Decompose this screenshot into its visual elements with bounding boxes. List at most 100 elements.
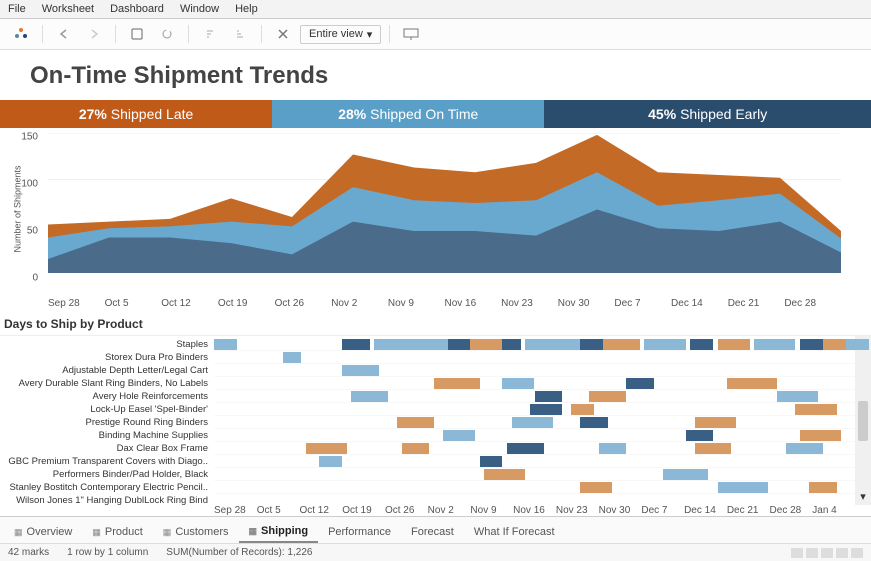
sort-asc-button[interactable] [197, 23, 223, 45]
gantt-bar[interactable] [374, 339, 447, 350]
product-label: GBC Premium Transparent Covers with Diag… [0, 455, 214, 468]
gantt-bar[interactable] [777, 391, 818, 402]
product-label: Lock-Up Easel 'Spel-Binder' [0, 403, 214, 416]
x-tick: Dec 28 [770, 505, 813, 516]
gantt-bar[interactable] [786, 443, 823, 454]
gantt-bar[interactable] [434, 378, 480, 389]
gantt-bar[interactable] [644, 339, 685, 350]
view-icon[interactable] [791, 548, 803, 558]
gantt-bar[interactable] [809, 482, 836, 493]
x-tick: Jan 4 [812, 505, 855, 516]
gantt-scrollbar[interactable]: ▴▾ [855, 336, 871, 505]
gantt-bar[interactable] [342, 339, 369, 350]
forward-button[interactable] [81, 23, 107, 45]
scroll-down-icon[interactable]: ▾ [860, 490, 866, 503]
kpi-late-label: Shipped Late [111, 106, 194, 122]
gantt-bar[interactable] [470, 339, 502, 350]
gantt-bar[interactable] [443, 430, 475, 441]
gantt-bar[interactable] [663, 469, 709, 480]
gantt-bar[interactable] [351, 391, 388, 402]
gantt-bar[interactable] [626, 378, 653, 389]
gantt-bar[interactable] [502, 378, 534, 389]
plot-area[interactable] [48, 133, 841, 273]
scroll-thumb[interactable] [858, 401, 868, 441]
view-icon[interactable] [836, 548, 848, 558]
gantt-bar[interactable] [695, 443, 732, 454]
gantt-bar[interactable] [846, 339, 869, 350]
grid-icon: ▦ [249, 526, 258, 537]
gantt-bar[interactable] [603, 339, 640, 350]
menu-bar: File Worksheet Dashboard Window Help [0, 0, 871, 19]
x-tick: Oct 12 [161, 298, 218, 309]
gantt-bar[interactable] [686, 430, 713, 441]
gantt-bar[interactable] [571, 404, 594, 415]
gantt-bar[interactable] [512, 417, 553, 428]
x-tick: Dec 28 [784, 298, 841, 309]
tab-performance[interactable]: Performance [318, 521, 401, 543]
gantt-bar[interactable] [306, 443, 347, 454]
x-axis: Sep 28Oct 5Oct 12Oct 19Oct 26Nov 2Nov 9N… [48, 298, 841, 309]
gantt-bar[interactable] [397, 417, 434, 428]
gantt-bar[interactable] [484, 469, 525, 480]
back-button[interactable] [51, 23, 77, 45]
gantt-area[interactable] [214, 336, 855, 505]
view-icon[interactable] [851, 548, 863, 558]
gantt-bar[interactable] [507, 443, 544, 454]
tab-customers[interactable]: ▦Customers [153, 521, 239, 543]
gantt-bar[interactable] [690, 339, 713, 350]
gantt-bar[interactable] [599, 443, 626, 454]
gantt-bar[interactable] [718, 339, 750, 350]
gantt-bar[interactable] [727, 378, 777, 389]
gantt-row [214, 364, 855, 377]
gantt-bar[interactable] [402, 443, 429, 454]
refresh-button[interactable] [154, 23, 180, 45]
sort-desc-button[interactable] [227, 23, 253, 45]
gantt-bar[interactable] [480, 456, 503, 467]
gantt-bar[interactable] [718, 482, 768, 493]
gantt-bar[interactable] [800, 339, 823, 350]
gantt-bar[interactable] [319, 456, 342, 467]
gantt-bar[interactable] [525, 339, 580, 350]
gantt-bar[interactable] [823, 339, 846, 350]
gantt-bar[interactable] [214, 339, 237, 350]
gantt-bar[interactable] [502, 339, 520, 350]
tab-forecast[interactable]: Forecast [401, 521, 464, 543]
status-sum: SUM(Number of Records): 1,226 [166, 547, 312, 558]
x-tick: Sep 28 [48, 298, 105, 309]
y-tick: 150 [21, 132, 38, 143]
product-label: Wilson Jones 1" Hanging DublLock Ring Bi… [0, 494, 214, 505]
worksheet-tabs: ▦Overview ▦Product ▦Customers ▦Shipping … [0, 516, 871, 543]
x-tick: Nov 30 [599, 505, 642, 516]
gantt-bar[interactable] [342, 365, 379, 376]
menu-file[interactable]: File [8, 3, 26, 15]
save-button[interactable] [124, 23, 150, 45]
gantt-bar[interactable] [530, 404, 562, 415]
gantt-bar[interactable] [448, 339, 471, 350]
menu-window[interactable]: Window [180, 3, 219, 15]
tab-label: Customers [175, 526, 228, 538]
x-tick: Nov 23 [556, 505, 599, 516]
gantt-bar[interactable] [695, 417, 736, 428]
view-icon[interactable] [821, 548, 833, 558]
x-tick: Oct 12 [299, 505, 342, 516]
gantt-bar[interactable] [754, 339, 795, 350]
gantt-bar[interactable] [589, 391, 626, 402]
menu-worksheet[interactable]: Worksheet [42, 3, 94, 15]
menu-help[interactable]: Help [235, 3, 258, 15]
fit-selector[interactable]: Entire view ▾ [300, 25, 381, 44]
tab-overview[interactable]: ▦Overview [4, 521, 82, 543]
presentation-button[interactable] [398, 23, 424, 45]
clear-button[interactable] [270, 23, 296, 45]
gantt-bar[interactable] [283, 352, 301, 363]
menu-dashboard[interactable]: Dashboard [110, 3, 164, 15]
gantt-bar[interactable] [580, 482, 612, 493]
tab-whatif[interactable]: What If Forecast [464, 521, 565, 543]
gantt-bar[interactable] [580, 417, 607, 428]
gantt-bar[interactable] [580, 339, 603, 350]
tab-product[interactable]: ▦Product [82, 521, 152, 543]
gantt-bar[interactable] [800, 430, 841, 441]
gantt-bar[interactable] [795, 404, 836, 415]
gantt-bar[interactable] [535, 391, 562, 402]
tab-shipping[interactable]: ▦Shipping [239, 521, 319, 543]
view-icon[interactable] [806, 548, 818, 558]
